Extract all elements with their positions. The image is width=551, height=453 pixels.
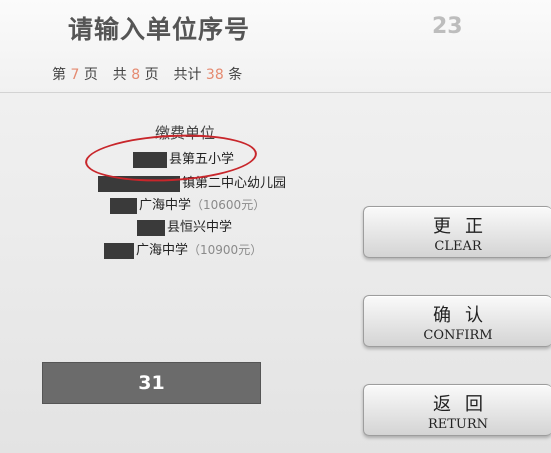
total-pages: 8: [131, 67, 141, 83]
timeout-counter: 23: [432, 14, 463, 39]
clear-label: 更正: [433, 216, 497, 237]
redaction-block: [110, 197, 137, 214]
serial-number-input[interactable]: 31: [42, 362, 261, 404]
total-count-prefix: 共计: [173, 67, 202, 83]
header-bar: 请输入单位序号 23 第 7 页 共 8 页 共计 38 条: [0, 0, 551, 93]
redaction-block: [104, 242, 134, 259]
unit-price: （10900元）: [188, 243, 263, 257]
total-count-suffix: 条: [228, 67, 243, 83]
pagination-info: 第 7 页 共 8 页 共计 38 条: [52, 64, 242, 84]
return-button[interactable]: 返回 RETURN: [363, 384, 551, 436]
current-page: 7: [70, 67, 80, 83]
redaction-block: [137, 219, 165, 236]
confirm-label: 确认: [433, 305, 497, 326]
total-count: 38: [205, 67, 224, 83]
kiosk-screen: 请输入单位序号 23 第 7 页 共 8 页 共计 38 条 缴费单位 县第五小…: [0, 0, 551, 453]
clear-button[interactable]: 更正 CLEAR: [363, 206, 551, 258]
total-pages-prefix: 共: [112, 67, 127, 83]
confirm-label-en: CONFIRM: [423, 328, 493, 343]
confirm-button[interactable]: 确认 CONFIRM: [363, 295, 551, 347]
unit-price: （10600元）: [191, 198, 266, 212]
clear-label-en: CLEAR: [434, 239, 482, 254]
list-item[interactable]: 县恒兴中学: [137, 216, 232, 236]
page-suffix: 页: [83, 67, 98, 83]
list-item[interactable]: 广海中学（10900元）: [104, 239, 262, 259]
unit-name: 广海中学: [136, 243, 189, 258]
return-label: 返回: [433, 394, 497, 415]
unit-name: 县恒兴中学: [167, 220, 233, 235]
list-item[interactable]: 广海中学（10600元）: [110, 194, 265, 214]
total-pages-suffix: 页: [144, 67, 159, 83]
page-prefix: 第: [52, 67, 66, 83]
page-title: 请输入单位序号: [68, 15, 251, 44]
unit-name: 广海中学: [139, 198, 192, 213]
return-label-en: RETURN: [427, 417, 489, 432]
